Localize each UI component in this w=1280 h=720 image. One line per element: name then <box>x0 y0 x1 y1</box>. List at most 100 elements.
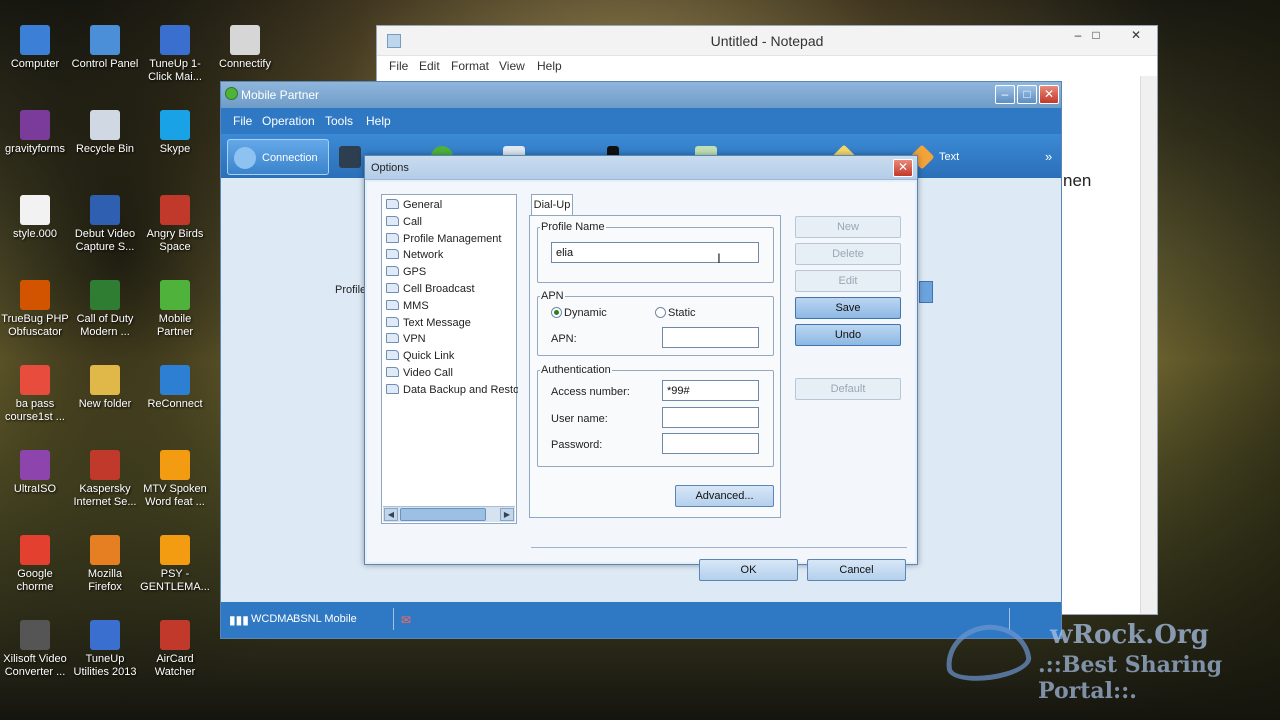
tree-item[interactable]: Call <box>384 214 518 230</box>
tree-item[interactable]: General <box>384 197 518 213</box>
tree-item[interactable]: Data Backup and Restora <box>384 382 518 398</box>
options-close-button[interactable]: ✕ <box>893 159 913 177</box>
desktop-icon[interactable]: New folder <box>70 365 140 411</box>
notepad-titlebar[interactable]: Untitled - Notepad – □ ✕ <box>377 26 1157 56</box>
access-number-input[interactable] <box>662 380 759 401</box>
tree-item-label: Data Backup and Restora <box>403 383 518 396</box>
mp-menu-tools[interactable]: Tools <box>325 114 353 128</box>
profile-name-input[interactable] <box>551 242 759 263</box>
desktop-icon[interactable]: UltraISO <box>0 450 70 496</box>
new-button[interactable]: New <box>795 216 901 238</box>
notepad-scrollbar[interactable] <box>1140 76 1157 614</box>
mp-titlebar[interactable]: Mobile Partner – □ ✕ <box>221 82 1061 108</box>
desktop-icon[interactable]: Kaspersky Internet Se... <box>70 450 140 509</box>
watermark-title: wRock.Org <box>1050 620 1209 650</box>
desktop-icon[interactable]: TrueBug PHP Obfuscator <box>0 280 70 339</box>
desktop-icon-label: ReConnect <box>147 398 203 410</box>
tree-item-label: Text Message <box>403 316 471 329</box>
menu-file[interactable]: File <box>389 59 408 73</box>
tab-dial-up[interactable]: Dial-Up <box>531 194 573 216</box>
options-dialog[interactable]: Options ✕ General Call Profile Management N… <box>364 155 918 581</box>
apn-input[interactable] <box>662 327 759 348</box>
mp-statusbar: ▮▮▮ WCDMA BSNL Mobile ✉ <box>221 602 1061 638</box>
save-button[interactable]: Save <box>795 297 901 319</box>
undo-button[interactable]: Undo <box>795 324 901 346</box>
edit-button[interactable]: Edit <box>795 270 901 292</box>
desktop-icon[interactable]: PSY - GENTLEMA... <box>140 535 210 594</box>
apn-dynamic-radio[interactable]: Dynamic <box>551 307 607 319</box>
desktop-icon[interactable]: ba pass course1st ... <box>0 365 70 424</box>
ok-button[interactable]: OK <box>699 559 798 581</box>
tree-item[interactable]: Cell Broadcast <box>384 281 518 297</box>
tree-item[interactable]: Text Message <box>384 315 518 331</box>
desktop-icon[interactable]: MTV Spoken Word feat ... <box>140 450 210 509</box>
apn-static-radio[interactable]: Static <box>655 307 696 319</box>
toolbar-text[interactable]: Text <box>909 139 959 175</box>
delete-button[interactable]: Delete <box>795 243 901 265</box>
desktop-icon-label: TrueBug PHP Obfuscator <box>1 313 69 338</box>
desktop-icon[interactable]: style.000 <box>0 195 70 241</box>
maximize-button[interactable]: □ <box>1083 28 1109 46</box>
app-icon <box>90 365 120 395</box>
scroll-left-icon[interactable]: ◀ <box>384 508 398 521</box>
desktop-icon[interactable]: TuneUp 1-Click Mai... <box>140 25 210 84</box>
options-tree[interactable]: General Call Profile Management Network GPS C… <box>381 194 518 524</box>
profile-name-label: Profile Name <box>540 221 606 233</box>
desktop-icon[interactable]: Control Panel <box>70 25 140 71</box>
options-titlebar[interactable]: Options ✕ <box>365 156 917 180</box>
mp-menu-file[interactable]: File <box>233 114 252 128</box>
desktop-icon[interactable]: Google chorme <box>0 535 70 594</box>
tree-item-label: Cell Broadcast <box>403 283 475 295</box>
toolbar-more-chevron-icon[interactable]: » <box>1045 139 1052 175</box>
tree-item[interactable]: MMS <box>384 298 518 314</box>
menu-view[interactable]: View <box>499 59 525 73</box>
desktop-icon[interactable]: ReConnect <box>140 365 210 411</box>
cancel-button[interactable]: Cancel <box>807 559 906 581</box>
desktop-icon[interactable]: Computer <box>0 25 70 71</box>
desktop-icon[interactable]: AirCard Watcher <box>140 620 210 679</box>
mp-minimize-button[interactable]: – <box>995 85 1015 104</box>
scroll-right-icon[interactable]: ▶ <box>500 508 514 521</box>
default-button[interactable]: Default <box>795 378 901 400</box>
desktop-icon[interactable]: Angry Birds Space <box>140 195 210 254</box>
menu-edit[interactable]: Edit <box>419 59 440 73</box>
desktop-icon[interactable]: gravityforms <box>0 110 70 156</box>
desktop-icon[interactable]: Mozilla Firefox <box>70 535 140 594</box>
desktop-icon[interactable]: Call of Duty Modern ... <box>70 280 140 339</box>
mp-maximize-button[interactable]: □ <box>1017 85 1037 104</box>
desktop-icon[interactable]: TuneUp Utilities 2013 <box>70 620 140 679</box>
disconnected-icon: ✉ <box>401 613 412 627</box>
tree-item[interactable]: VPN <box>384 331 518 347</box>
toolbar-statistics[interactable] <box>339 139 367 175</box>
menu-help[interactable]: Help <box>537 59 562 73</box>
desktop-icon[interactable]: Recycle Bin <box>70 110 140 156</box>
mp-title: Mobile Partner <box>241 88 320 102</box>
mp-close-button[interactable]: ✕ <box>1039 85 1059 104</box>
desktop-icon[interactable]: Debut Video Capture S... <box>70 195 140 254</box>
connect-button-partial[interactable] <box>919 281 933 303</box>
notepad-text[interactable]: nen <box>1063 171 1091 191</box>
authentication-group: Authentication Access number: User name:… <box>537 364 774 467</box>
desktop-icon[interactable]: Connectify <box>210 25 280 71</box>
desktop-icon[interactable]: Mobile Partner <box>140 280 210 339</box>
app-icon <box>230 25 260 55</box>
scroll-thumb[interactable] <box>400 508 486 521</box>
user-name-input[interactable] <box>662 407 759 428</box>
desktop-icon[interactable]: Xilisoft Video Converter ... <box>0 620 70 679</box>
folder-icon <box>386 232 399 243</box>
tree-item[interactable]: GPS <box>384 264 518 280</box>
mp-menu-operation[interactable]: Operation <box>262 114 315 128</box>
password-input[interactable] <box>662 433 759 454</box>
tree-item[interactable]: Video Call <box>384 365 518 381</box>
close-button[interactable]: ✕ <box>1123 28 1149 46</box>
menu-format[interactable]: Format <box>451 59 489 73</box>
toolbar-connection[interactable]: Connection <box>227 139 329 175</box>
folder-icon <box>386 367 399 377</box>
tree-item[interactable]: Quick Link <box>384 348 518 364</box>
desktop-icon[interactable]: Skype <box>140 110 210 156</box>
tree-hscrollbar[interactable]: ◀ ▶ <box>383 506 515 522</box>
mp-menu-help[interactable]: Help <box>366 114 391 128</box>
advanced-button[interactable]: Advanced... <box>675 485 774 507</box>
tree-item[interactable]: Profile Management <box>384 231 518 247</box>
tree-item[interactable]: Network <box>384 247 518 263</box>
